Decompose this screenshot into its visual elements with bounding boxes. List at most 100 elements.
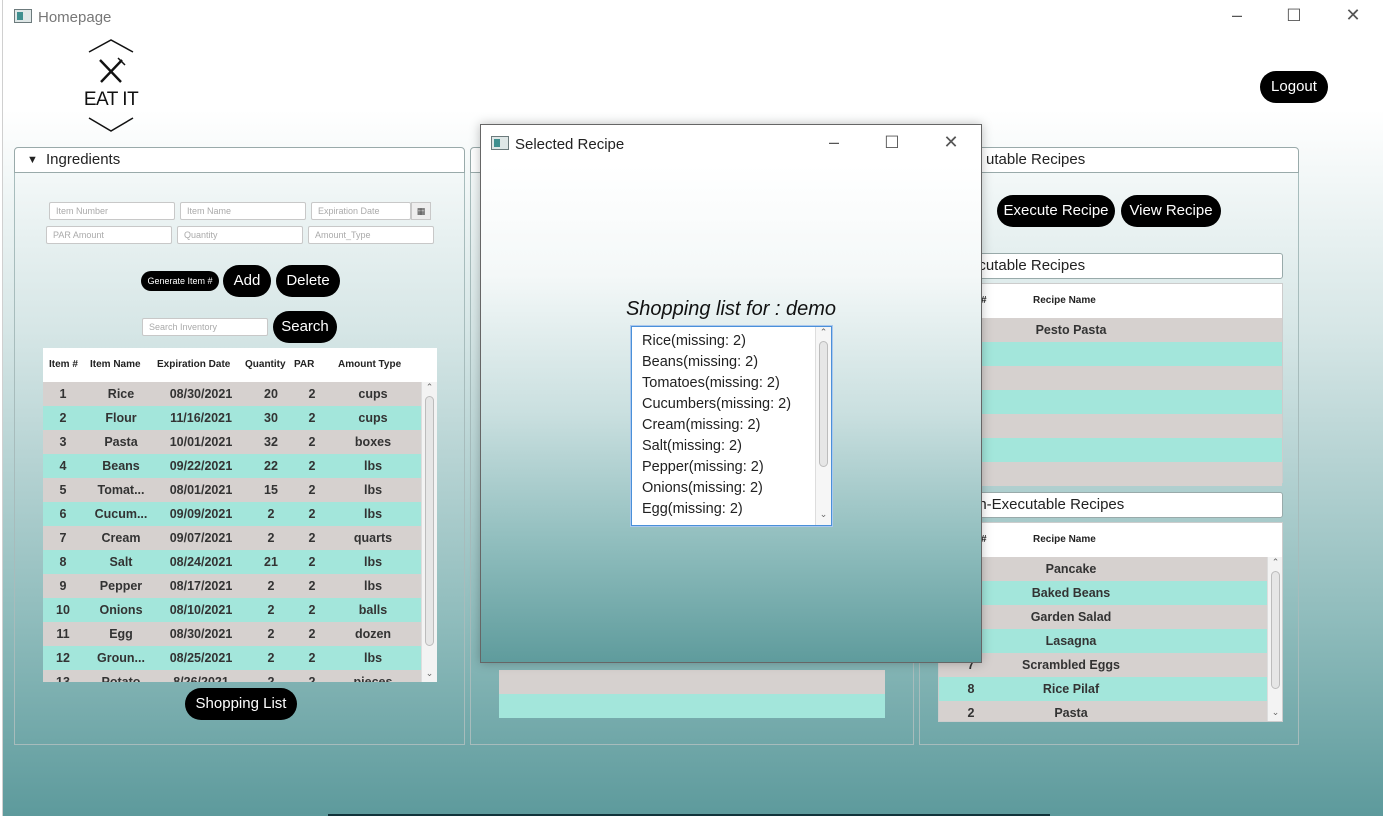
table-row[interactable] [499, 694, 885, 718]
logout-button[interactable]: Logout [1260, 71, 1328, 103]
dialog-maximize-icon[interactable]: ☐ [877, 134, 907, 151]
expiration-date-field[interactable]: Expiration Date [311, 202, 411, 220]
table-cell: Cream [101, 531, 141, 545]
dialog-minimize-icon[interactable]: – [819, 133, 849, 151]
table-cell: 11/16/2021 [170, 411, 232, 425]
shopping-list-box[interactable]: Rice(missing: 2) Beans(missing: 2) Tomatoe… [631, 326, 832, 526]
maximize-icon[interactable]: ☐ [1279, 7, 1309, 24]
collapse-arrow-icon[interactable]: ▼ [27, 148, 38, 172]
close-icon[interactable]: ✕ [1338, 6, 1368, 24]
execute-recipe-button[interactable]: Execute Recipe [997, 195, 1115, 227]
table-cell: Onions [99, 603, 143, 617]
table-cell: Garden Salad [1030, 610, 1112, 624]
table-row[interactable]: Garden Salad [939, 605, 1267, 629]
column-header[interactable]: Item # [49, 359, 78, 370]
calendar-icon[interactable]: ▦ [411, 202, 431, 220]
table-cell: pieces [353, 675, 393, 682]
column-header[interactable]: Recipe Name [1033, 534, 1096, 545]
table-row[interactable]: 7 Scrambled Eggs [939, 653, 1267, 677]
minimize-icon[interactable]: – [1222, 6, 1252, 24]
shopping-list-button[interactable]: Shopping List [185, 688, 297, 720]
ingredients-panel-header[interactable]: ▼ Ingredients [14, 147, 465, 173]
table-cell: 2 [308, 579, 316, 593]
table-row[interactable] [939, 414, 1282, 438]
column-header[interactable]: Amount Type [338, 359, 401, 370]
generate-item-button[interactable]: Generate Item # [141, 271, 219, 291]
search-inventory-input[interactable]: Search Inventory [142, 318, 268, 336]
table-row[interactable] [939, 438, 1282, 462]
list-item[interactable]: Onions(missing: 2) [642, 480, 763, 496]
non-executable-scrollbar[interactable]: ⌃ ⌄ [1267, 557, 1282, 721]
table-row[interactable]: Lasagna [939, 629, 1267, 653]
table-row[interactable]: Baked Beans [939, 581, 1267, 605]
add-button[interactable]: Add [223, 265, 271, 297]
table-row[interactable]: 3 Pasta 10/01/2021 32 2 boxes [43, 430, 421, 454]
scroll-thumb[interactable] [819, 341, 828, 467]
table-row[interactable]: 6 Cucum... 09/09/2021 2 2 lbs [43, 502, 421, 526]
column-header[interactable]: Expiration Date [157, 359, 230, 370]
table-row[interactable]: 9 Pepper 08/17/2021 2 2 lbs [43, 574, 421, 598]
scroll-up-icon[interactable]: ⌃ [422, 382, 437, 393]
table-cell: 8 [967, 682, 975, 696]
list-item[interactable]: Tomatoes(missing: 2) [642, 375, 780, 391]
amount-type-field[interactable]: Amount_Type [308, 226, 434, 244]
table-row[interactable] [939, 462, 1282, 486]
table-row[interactable]: 10 Onions 08/10/2021 2 2 balls [43, 598, 421, 622]
scroll-up-icon[interactable]: ⌃ [1268, 557, 1282, 568]
non-executable-recipes-header[interactable]: on-Executable Recipes [938, 492, 1283, 518]
table-row[interactable]: 8 Rice Pilaf [939, 677, 1267, 701]
list-item[interactable]: Cream(missing: 2) [642, 417, 760, 433]
table-cell: 21 [264, 555, 278, 569]
view-recipe-button[interactable]: View Recipe [1121, 195, 1221, 227]
scroll-down-icon[interactable]: ⌄ [422, 668, 437, 679]
table-row[interactable]: 7 Cream 09/07/2021 2 2 quarts [43, 526, 421, 550]
table-row[interactable]: 12 Groun... 08/25/2021 2 2 lbs [43, 646, 421, 670]
scroll-thumb[interactable] [1271, 571, 1280, 689]
list-item[interactable]: Salt(missing: 2) [642, 438, 742, 454]
table-row[interactable] [499, 670, 885, 694]
table-row[interactable]: Pesto Pasta [939, 318, 1282, 342]
column-header[interactable]: PAR [294, 359, 314, 370]
table-cell: 10 [56, 603, 70, 617]
table-row[interactable]: 11 Egg 08/30/2021 2 2 dozen [43, 622, 421, 646]
quantity-field[interactable]: Quantity [177, 226, 303, 244]
table-row[interactable]: 2 Flour 11/16/2021 30 2 cups [43, 406, 421, 430]
shopping-list-scrollbar[interactable]: ⌃ ⌄ [815, 327, 831, 525]
column-header[interactable]: Recipe Name [1033, 295, 1096, 306]
table-row[interactable] [939, 342, 1282, 366]
column-header[interactable]: Quantity [245, 359, 286, 370]
table-cell: 2 [308, 483, 316, 497]
executable-recipes-header[interactable]: ecutable Recipes [938, 253, 1283, 279]
table-row[interactable] [939, 366, 1282, 390]
table-row[interactable]: 8 Salt 08/24/2021 21 2 lbs [43, 550, 421, 574]
item-number-field[interactable]: Item Number [49, 202, 175, 220]
scroll-thumb[interactable] [425, 396, 434, 646]
dialog-close-icon[interactable]: ✕ [936, 133, 966, 151]
scroll-up-icon[interactable]: ⌃ [816, 327, 831, 338]
table-row[interactable]: Pancake [939, 557, 1267, 581]
table-row[interactable]: 4 Beans 09/22/2021 22 2 lbs [43, 454, 421, 478]
table-cell: Beans [102, 459, 140, 473]
table-cell: 12 [56, 651, 70, 665]
table-row[interactable]: 1 Rice 08/30/2021 20 2 cups [43, 382, 421, 406]
search-button[interactable]: Search [273, 311, 337, 343]
list-item[interactable]: Beans(missing: 2) [642, 354, 758, 370]
list-item[interactable]: Rice(missing: 2) [642, 333, 746, 349]
list-item[interactable]: Pepper(missing: 2) [642, 459, 764, 475]
scroll-down-icon[interactable]: ⌄ [1268, 707, 1282, 718]
table-cell: 10/01/2021 [169, 435, 233, 449]
list-item[interactable]: Egg(missing: 2) [642, 501, 743, 517]
item-name-field[interactable]: Item Name [180, 202, 306, 220]
table-row[interactable]: 5 Tomat... 08/01/2021 15 2 lbs [43, 478, 421, 502]
table-row[interactable]: 2 Pasta [939, 701, 1267, 721]
table-cell: 2 [308, 627, 316, 641]
par-amount-field[interactable]: PAR Amount [46, 226, 172, 244]
delete-button[interactable]: Delete [276, 265, 340, 297]
table-row[interactable] [939, 390, 1282, 414]
table-cell: 09/09/2021 [169, 507, 233, 521]
ingredients-scrollbar[interactable]: ⌃ ⌄ [421, 382, 437, 682]
column-header[interactable]: Item Name [90, 359, 141, 370]
table-row[interactable]: 13 Potato 8/26/2021 2 2 pieces [43, 670, 421, 682]
scroll-down-icon[interactable]: ⌄ [816, 509, 831, 520]
list-item[interactable]: Cucumbers(missing: 2) [642, 396, 791, 412]
